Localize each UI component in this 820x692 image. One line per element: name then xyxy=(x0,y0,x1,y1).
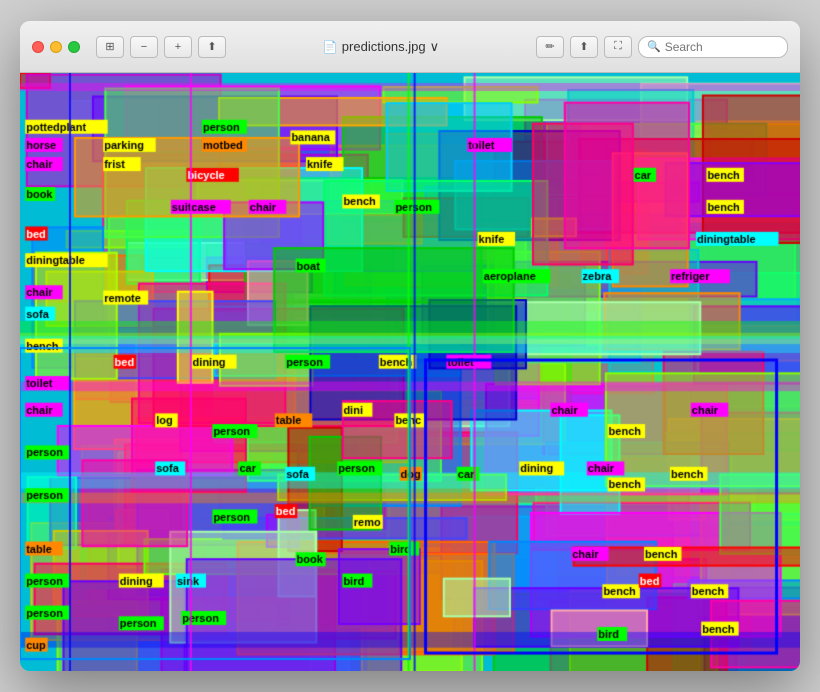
titlebar: ⊞ − + ⬆ 📄 predictions.jpg ∨ ✏ ⬆ ⛶ 🔍 xyxy=(20,21,800,73)
traffic-lights xyxy=(32,41,80,53)
search-icon: 🔍 xyxy=(647,40,661,53)
toolbar-left: ⊞ − + ⬆ xyxy=(96,36,226,58)
share-button[interactable]: ⬆ xyxy=(198,36,226,58)
toolbar-right: ✏ ⬆ ⛶ 🔍 xyxy=(536,36,788,58)
slideshow-button[interactable]: ⛶ xyxy=(604,36,632,58)
close-button[interactable] xyxy=(32,41,44,53)
zoom-in-button[interactable]: + xyxy=(164,36,192,58)
file-icon: 📄 xyxy=(323,40,338,54)
export-button[interactable]: ⬆ xyxy=(570,36,598,58)
chevron-down-icon: ∨ xyxy=(430,39,440,55)
title-section: 📄 predictions.jpg ∨ xyxy=(234,39,528,55)
main-window: ⊞ − + ⬆ 📄 predictions.jpg ∨ ✏ ⬆ ⛶ 🔍 xyxy=(20,21,800,671)
search-input[interactable] xyxy=(665,40,779,54)
window-title: 📄 predictions.jpg ∨ xyxy=(323,39,439,55)
content-area xyxy=(20,73,800,671)
zoom-out-button[interactable]: − xyxy=(130,36,158,58)
minimize-button[interactable] xyxy=(50,41,62,53)
maximize-button[interactable] xyxy=(68,41,80,53)
title-label: predictions.jpg xyxy=(342,39,426,54)
edit-button[interactable]: ✏ xyxy=(536,36,564,58)
search-box[interactable]: 🔍 xyxy=(638,36,788,58)
grid-view-button[interactable]: ⊞ xyxy=(96,36,124,58)
predictions-visualization xyxy=(20,73,800,671)
